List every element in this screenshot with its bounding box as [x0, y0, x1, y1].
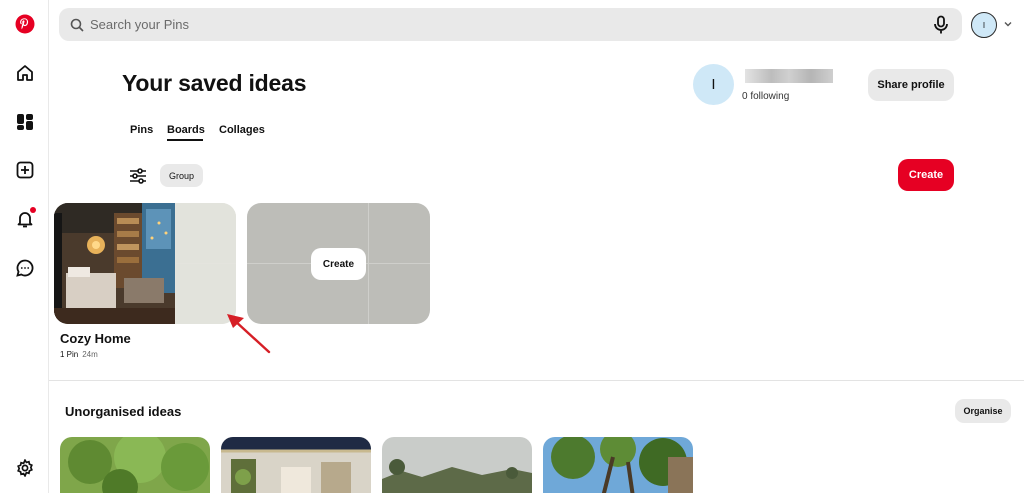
tab-collages[interactable]: Collages [219, 124, 265, 136]
board-cover-image [54, 203, 175, 324]
unorganised-ideas-title: Unorganised ideas [65, 404, 182, 419]
search-icon [70, 18, 84, 32]
board-meta: 1 Pin 24m [60, 350, 98, 359]
home-icon[interactable] [12, 60, 38, 86]
pinterest-logo-icon[interactable] [12, 11, 38, 37]
following-count[interactable]: 0 following [742, 91, 789, 102]
create-icon[interactable] [12, 157, 38, 183]
pin-thumbnail[interactable] [60, 437, 210, 493]
tab-pins[interactable]: Pins [130, 124, 153, 136]
profile-avatar[interactable]: I [693, 64, 734, 105]
create-board-card[interactable]: Create [247, 203, 430, 324]
group-button[interactable]: Group [160, 164, 203, 187]
page-title: Your saved ideas [122, 70, 307, 96]
share-profile-button[interactable]: Share profile [868, 69, 954, 101]
pin-thumbnail[interactable] [221, 437, 371, 493]
board-title[interactable]: Cozy Home [60, 331, 131, 346]
filter-icon[interactable] [128, 167, 148, 185]
active-tab-underline [167, 139, 203, 141]
search-bar[interactable] [59, 8, 962, 41]
board-pin-count: 1 Pin [60, 350, 79, 359]
chevron-down-icon[interactable] [1003, 19, 1013, 29]
settings-icon[interactable] [12, 455, 38, 481]
microphone-icon[interactable] [932, 15, 950, 35]
board-card-cozy-home[interactable] [54, 203, 236, 324]
tab-boards[interactable]: Boards [167, 124, 205, 136]
account-avatar[interactable]: I [971, 12, 997, 38]
organise-button[interactable]: Organise [955, 399, 1011, 423]
section-divider [49, 380, 1024, 381]
board-cover-slot [176, 203, 236, 263]
create-button[interactable]: Create [898, 159, 954, 191]
sidebar [0, 0, 49, 493]
board-age: 24m [82, 350, 98, 359]
notification-dot [30, 207, 36, 213]
pin-thumbnail[interactable] [543, 437, 693, 493]
create-board-button[interactable]: Create [311, 248, 366, 280]
annotation-arrow-icon [227, 314, 271, 354]
boards-icon[interactable] [12, 109, 38, 135]
pin-thumbnail[interactable] [382, 437, 532, 493]
search-input[interactable] [90, 17, 910, 32]
profile-name-redacted [745, 69, 833, 83]
message-icon[interactable] [12, 255, 38, 281]
bell-icon[interactable] [12, 206, 38, 232]
